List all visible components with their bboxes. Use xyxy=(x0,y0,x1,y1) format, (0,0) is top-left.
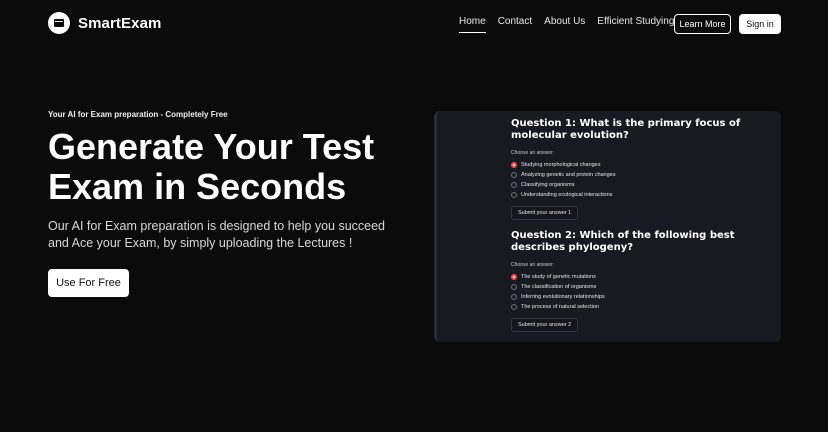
submit-answer-2-button[interactable]: Submit your answer 2 xyxy=(511,318,579,332)
answer-options: Studying morphological changes Analyzing… xyxy=(511,160,767,200)
answer-option-label: Analyzing genetic and protein changes xyxy=(521,172,616,178)
radio-icon[interactable] xyxy=(511,284,517,290)
hero-title: Generate Your Test Exam in Seconds xyxy=(48,126,375,207)
brand-name: SmartExam xyxy=(78,14,162,32)
nav-item-home[interactable]: Home xyxy=(459,16,486,33)
answer-options: The study of genetic mutations The class… xyxy=(511,272,767,312)
radio-icon[interactable] xyxy=(511,172,517,178)
question-title: Question 2: Which of the following best … xyxy=(511,230,735,253)
radio-icon[interactable] xyxy=(511,192,517,198)
radio-icon[interactable] xyxy=(511,182,517,188)
answer-option-label: The study of genetic mutations xyxy=(521,274,596,280)
answer-option[interactable]: The process of natural selection xyxy=(511,302,767,312)
answer-option[interactable]: Inferring evolutionary relationships xyxy=(511,292,767,302)
answer-option[interactable]: Classifying organisms xyxy=(511,180,767,190)
question-1: Question 1: What is the primary focus of… xyxy=(511,118,767,220)
answer-option[interactable]: Understanding ecological interactions xyxy=(511,190,767,200)
learn-more-button[interactable]: Learn More xyxy=(674,14,731,34)
question-title: Question 1: What is the primary focus of… xyxy=(511,118,741,141)
radio-icon[interactable] xyxy=(511,304,517,310)
hero-eyebrow: Your AI for Exam preparation - Completel… xyxy=(48,110,228,119)
hero-description: Our AI for Exam preparation is designed … xyxy=(48,219,385,250)
use-for-free-button[interactable]: Use For Free xyxy=(48,269,129,297)
radio-icon[interactable] xyxy=(511,294,517,300)
answer-prompt: Choose an answer: xyxy=(511,150,555,156)
nav-item-about-us[interactable]: About Us xyxy=(544,16,585,33)
brand-logo[interactable]: SmartExam xyxy=(48,12,161,34)
answer-option[interactable]: The study of genetic mutations xyxy=(511,272,767,282)
answer-option[interactable]: Analyzing genetic and protein changes xyxy=(511,170,767,180)
answer-option-label: The process of natural selection xyxy=(521,304,599,310)
exam-screen-icon xyxy=(48,12,70,34)
answer-option-label: Understanding ecological interactions xyxy=(521,192,613,198)
radio-selected-icon[interactable] xyxy=(511,162,517,168)
site-header: SmartExam Home Contact About Us Efficien… xyxy=(0,0,828,46)
answer-option[interactable]: Studying morphological changes xyxy=(511,160,767,170)
answer-option[interactable]: The classification of organisms xyxy=(511,282,767,292)
answer-option-label: Inferring evolutionary relationships xyxy=(521,294,605,300)
answer-option-label: Studying morphological changes xyxy=(521,162,601,168)
answer-option-label: The classification of organisms xyxy=(521,284,597,290)
answer-prompt: Choose an answer: xyxy=(511,262,555,268)
sign-in-button[interactable]: Sign in xyxy=(739,14,781,34)
submit-answer-1-button[interactable]: Submit your answer 1 xyxy=(511,206,579,220)
quiz-preview-panel: Question 1: What is the primary focus of… xyxy=(434,111,781,342)
main-nav: Home Contact About Us Efficient Studying xyxy=(459,16,674,33)
radio-selected-icon[interactable] xyxy=(511,274,517,280)
answer-option-label: Classifying organisms xyxy=(521,182,575,188)
nav-item-efficient-studying[interactable]: Efficient Studying xyxy=(597,16,674,33)
question-2: Question 2: Which of the following best … xyxy=(511,230,767,332)
nav-item-contact[interactable]: Contact xyxy=(498,16,532,33)
